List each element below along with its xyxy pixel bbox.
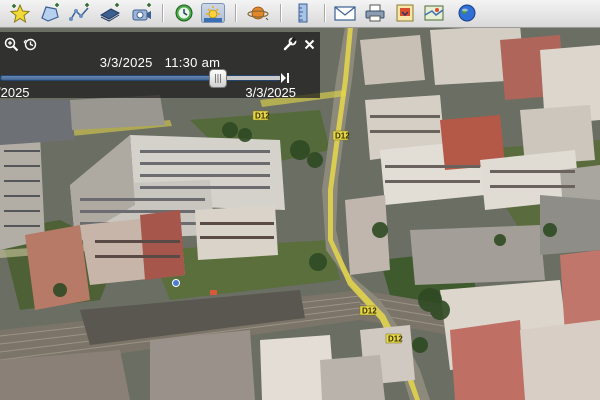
- view-in-maps-icon[interactable]: [422, 3, 446, 23]
- image-overlay-icon[interactable]: [98, 3, 122, 23]
- time-slider-thumb[interactable]: [210, 70, 226, 87]
- skip-to-end-icon[interactable]: [280, 71, 290, 85]
- road-label-d12: D12: [388, 335, 403, 344]
- animate-clock-icon[interactable]: [23, 37, 38, 52]
- save-image-icon[interactable]: [393, 3, 417, 23]
- placemark-icon[interactable]: [8, 3, 32, 23]
- current-date: 3/3/2025: [99, 55, 153, 70]
- road-label-d12: D12: [335, 132, 350, 141]
- range-end-date: 3/3/2025: [245, 85, 296, 100]
- record-tour-icon[interactable]: [130, 3, 154, 23]
- road-label-d12: D12: [362, 307, 377, 316]
- path-icon[interactable]: [68, 3, 92, 23]
- road-label-d12: D12: [255, 112, 270, 121]
- polygon-icon[interactable]: [38, 3, 62, 23]
- toolbar: [0, 0, 600, 28]
- email-icon[interactable]: [333, 3, 357, 23]
- zoom-in-time-icon[interactable]: [4, 37, 19, 52]
- time-slider-panel: 3/3/2025 11:30 am /2025 3/3/2025: [0, 32, 320, 100]
- print-icon[interactable]: [363, 3, 387, 23]
- ruler-icon[interactable]: [291, 3, 315, 23]
- map-pin-icon[interactable]: [172, 279, 180, 287]
- earth-icon[interactable]: [455, 3, 479, 23]
- sunlight-icon[interactable]: [201, 3, 225, 23]
- planets-icon[interactable]: [246, 3, 270, 23]
- historical-imagery-icon[interactable]: [172, 3, 196, 23]
- time-slider-remaining: [218, 76, 280, 80]
- current-time-label: 3/3/2025 11:30 am: [0, 55, 320, 70]
- range-start-date: /2025: [0, 85, 30, 100]
- close-icon[interactable]: [302, 37, 317, 52]
- current-time: 11:30 am: [164, 55, 221, 70]
- settings-wrench-icon[interactable]: [282, 37, 297, 52]
